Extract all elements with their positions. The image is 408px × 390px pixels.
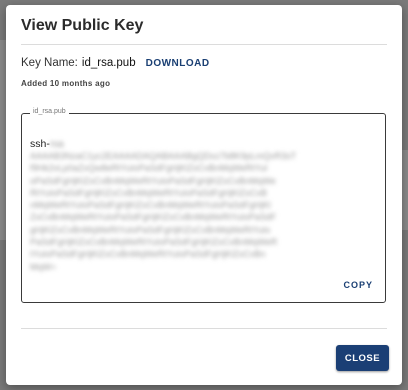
key-name-label: Key Name:: [21, 57, 78, 69]
redacted-key-line: tYuIoPaSdFgHjKlZxCvBnMqWeRtYuIoPaSdFgHjK…: [30, 249, 266, 260]
copy-button[interactable]: COPY: [343, 280, 373, 290]
redacted-key-line: oPaSdFgHjKlZxCvBnMqWeRtYuIoPaSdFgHjKlZxC…: [30, 175, 276, 186]
dialog-title: View Public Key: [21, 17, 144, 34]
key-name-value: id_rsa.pub: [81, 57, 136, 69]
redacted-key-line: AAAAB3NzaC1yc2EAAAADAQABAAABgQDxz7b8K9pL…: [30, 151, 297, 161]
background-page-fragment: [402, 150, 408, 230]
redacted-key-line: ZxCvBnMqWeRtYuIoPaSdFgHjKlZxCvBnMqWeRtYu…: [30, 212, 277, 223]
key-prefix: ssh-: [30, 138, 50, 150]
public-key-field-legend: id_rsa.pub: [30, 108, 69, 115]
title-divider: [21, 44, 387, 45]
redacted-key-line: nMqWeRtYuIoPaSdFgHjKlZxCvBnMqWeRtYuIoPaS…: [30, 200, 271, 211]
redacted-key-line: f9Hk2vLp0aZxQw8eRtYuIoPaSdFgHjKlZxCvBnMq…: [30, 163, 268, 174]
redacted-key-line: gHjKlZxCvBnMqWeRtYuIoPaSdFgHjKlZxCvBnMqW…: [30, 224, 271, 235]
close-button[interactable]: CLOSE: [336, 345, 389, 371]
footer-divider: [21, 328, 387, 329]
redacted-key-fragment: rsa: [49, 139, 64, 150]
redacted-key-line: MqW=: [30, 261, 57, 272]
public-key-text: ssh-rsa AAAAB3NzaC1yc2EAAAADAQABAAABgQDx…: [30, 138, 360, 273]
redacted-key-line: RtYuIoPaSdFgHjKlZxCvBnMqWeRtYuIoPaSdFgHj…: [30, 187, 267, 198]
download-link[interactable]: DOWNLOAD: [146, 58, 210, 69]
view-public-key-dialog: View Public Key Key Name: id_rsa.pub DOW…: [6, 5, 402, 385]
public-key-field[interactable]: id_rsa.pub ssh-rsa AAAAB3NzaC1yc2EAAAADA…: [21, 108, 386, 303]
key-name-row: Key Name: id_rsa.pub DOWNLOAD: [21, 57, 210, 69]
redacted-key-line: PaSdFgHjKlZxCvBnMqWeRtYuIoPaSdFgHjKlZxCv…: [30, 237, 278, 248]
added-timestamp: Added 10 months ago: [21, 79, 111, 88]
